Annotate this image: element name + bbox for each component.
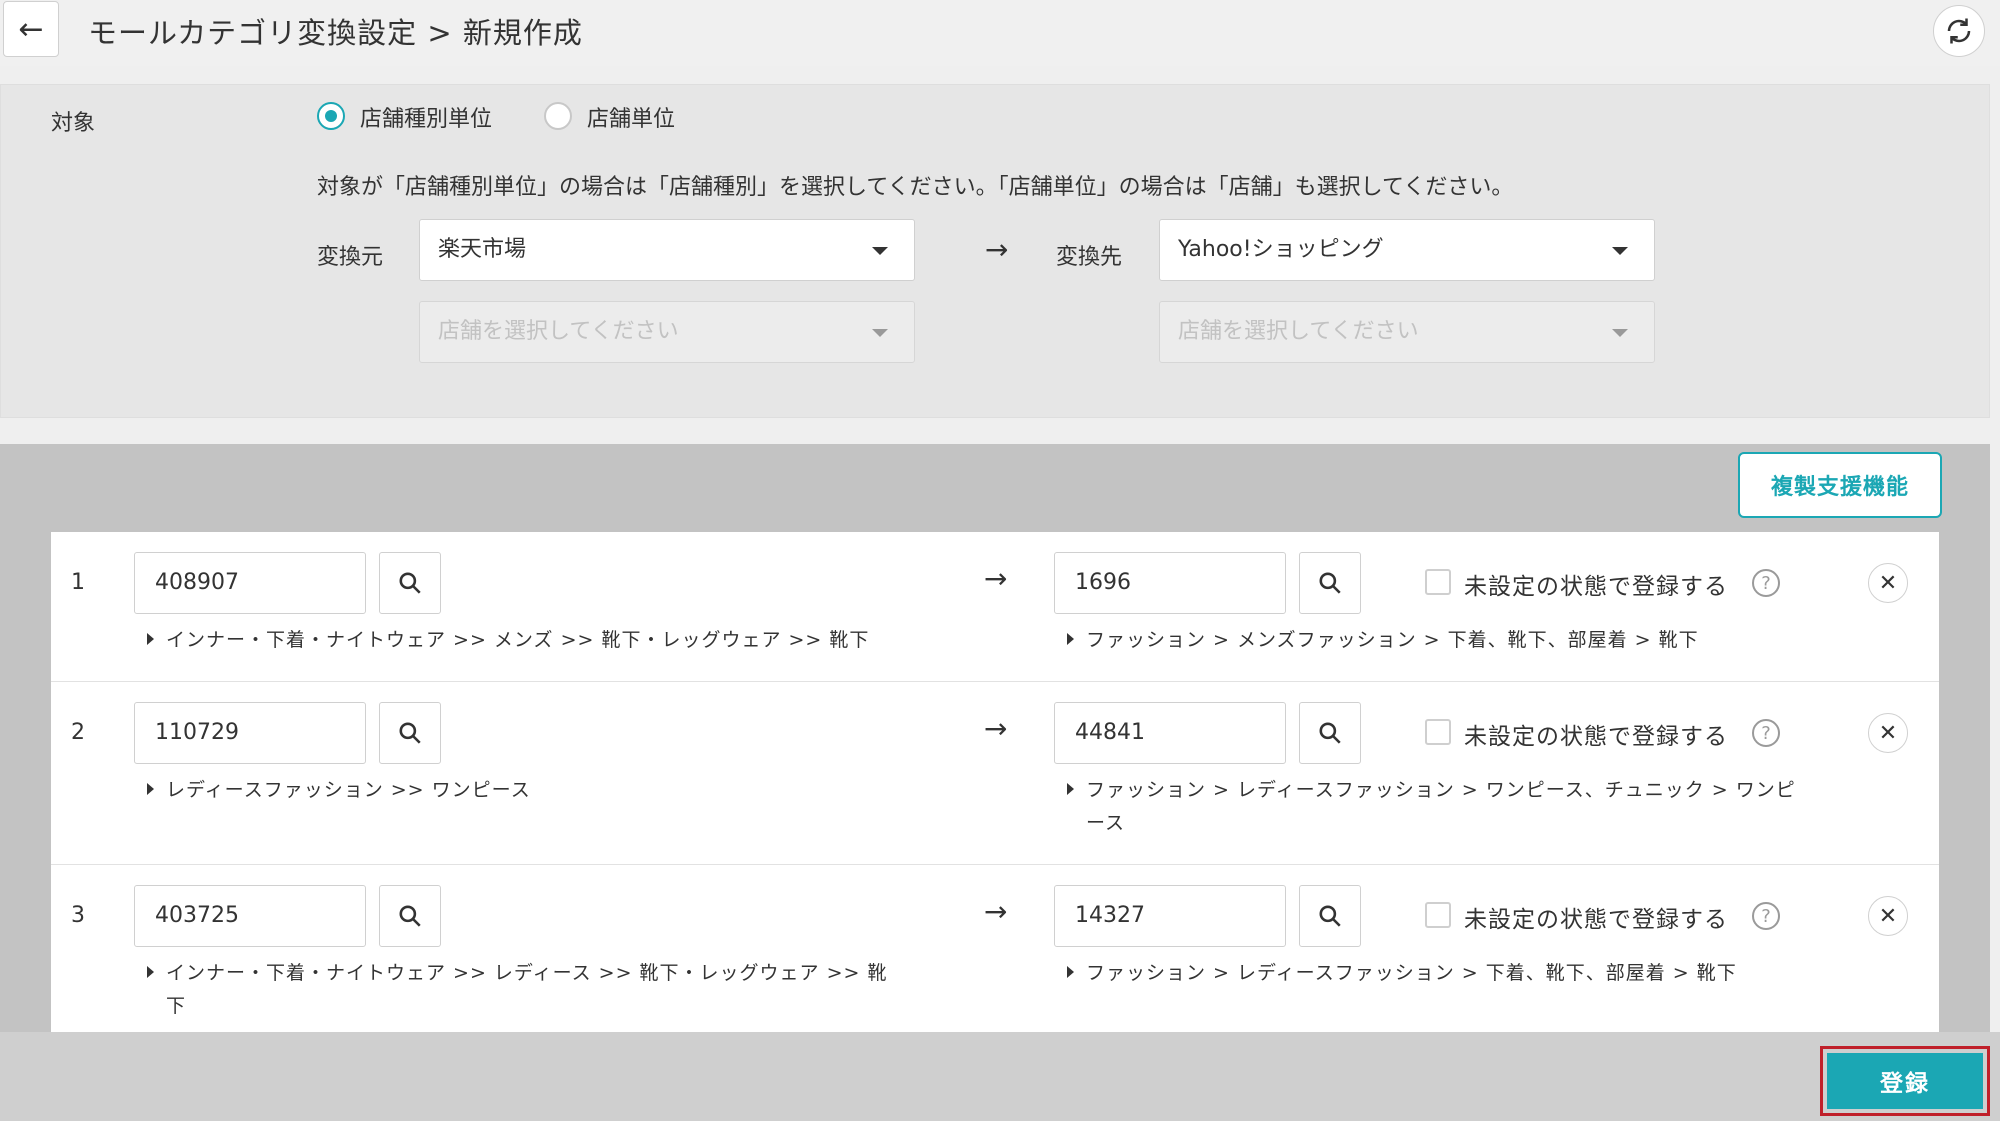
refresh-button[interactable] <box>1933 5 1985 57</box>
search-icon <box>1319 722 1341 744</box>
destination-mall-select[interactable]: Yahoo!ショッピング <box>1159 219 1655 281</box>
remove-row-button[interactable]: ✕ <box>1868 896 1908 936</box>
row-number: 3 <box>71 903 85 928</box>
caret-right-icon <box>147 783 154 795</box>
close-icon: ✕ <box>1878 720 1898 746</box>
source-search-button[interactable] <box>379 885 441 947</box>
search-icon <box>1319 572 1341 594</box>
radio-shop-type-label[interactable]: 店舗種別単位 <box>360 101 492 133</box>
source-category-input[interactable]: 403725 <box>134 885 366 947</box>
destination-category-path: ファッション > メンズファッション > 下着、靴下、部屋着 > 靴下 <box>1067 624 1699 657</box>
destination-shop-placeholder: 店舗を選択してください <box>1178 319 1419 344</box>
settings-panel: 対象 店舗種別単位 店舗単位 対象が「店舗種別単位」の場合は「店舗種別」を選択し… <box>0 84 1990 418</box>
remove-row-button[interactable]: ✕ <box>1868 713 1908 753</box>
destination-shop-select: 店舗を選択してください <box>1159 301 1655 363</box>
search-icon <box>399 722 421 744</box>
arrow-left-icon: ← <box>18 11 44 47</box>
caret-right-icon <box>1067 966 1074 978</box>
chevron-down-icon <box>872 247 888 255</box>
target-label: 対象 <box>51 111 96 136</box>
back-button[interactable]: ← <box>3 1 59 57</box>
header-bar: ← モールカテゴリ変換設定 > 新規作成 <box>0 0 2000 66</box>
duplicate-assist-button[interactable]: 複製支援機能 <box>1738 452 1942 518</box>
source-shop-placeholder: 店舗を選択してください <box>438 319 679 344</box>
register-unset-label[interactable]: 未設定の状態で登録する <box>1464 900 1728 934</box>
destination-search-button[interactable] <box>1299 552 1361 614</box>
source-category-path: インナー・下着・ナイトウェア >> メンズ >> 靴下・レッグウェア >> 靴下 <box>147 624 869 657</box>
help-icon[interactable]: ? <box>1752 902 1780 930</box>
search-icon <box>1319 905 1341 927</box>
caret-right-icon <box>1067 783 1074 795</box>
register-unset-label[interactable]: 未設定の状態で登録する <box>1464 567 1728 601</box>
close-icon: ✕ <box>1878 570 1898 596</box>
arrow-right-icon: → <box>985 233 1009 266</box>
destination-search-button[interactable] <box>1299 702 1361 764</box>
radio-shop[interactable] <box>544 102 572 130</box>
destination-category-input[interactable]: 14327 <box>1054 885 1286 947</box>
search-icon <box>399 905 421 927</box>
destination-mall-value: Yahoo!ショッピング <box>1178 237 1384 262</box>
source-label: 変換元 <box>317 245 384 270</box>
search-icon <box>399 572 421 594</box>
register-unset-label[interactable]: 未設定の状態で登録する <box>1464 717 1728 751</box>
register-button[interactable]: 登録 <box>1827 1053 1983 1109</box>
source-mall-select[interactable]: 楽天市場 <box>419 219 915 281</box>
radio-shop-label[interactable]: 店舗単位 <box>587 101 675 133</box>
mapping-list[interactable]: 1 408907 インナー・下着・ナイトウェア >> メンズ >> 靴下・レッグ… <box>0 524 1990 1032</box>
register-unset-checkbox[interactable] <box>1425 719 1451 745</box>
destination-label: 変換先 <box>1056 245 1123 270</box>
destination-category-input[interactable]: 1696 <box>1054 552 1286 614</box>
destination-category-input[interactable]: 44841 <box>1054 702 1286 764</box>
radio-shop-type[interactable] <box>317 102 345 130</box>
source-category-input[interactable]: 110729 <box>134 702 366 764</box>
chevron-down-icon <box>1612 329 1628 337</box>
refresh-icon <box>1947 18 1971 44</box>
help-icon[interactable]: ? <box>1752 569 1780 597</box>
caret-right-icon <box>1067 633 1074 645</box>
source-category-path: インナー・下着・ナイトウェア >> レディース >> 靴下・レッグウェア >> … <box>147 957 887 1023</box>
close-icon: ✕ <box>1878 903 1898 929</box>
register-unset-checkbox[interactable] <box>1425 902 1451 928</box>
destination-category-path: ファッション > レディースファッション > ワンピース、チュニック > ワンピ… <box>1067 774 1796 840</box>
mapping-toolbar <box>0 444 1990 524</box>
source-search-button[interactable] <box>379 552 441 614</box>
chevron-down-icon <box>872 329 888 337</box>
destination-search-button[interactable] <box>1299 885 1361 947</box>
instruction-text: 対象が「店舗種別単位」の場合は「店舗種別」を選択してください。「店舗単位」の場合… <box>317 175 1514 200</box>
row-number: 2 <box>71 720 85 745</box>
source-shop-select: 店舗を選択してください <box>419 301 915 363</box>
mapping-row: 3 403725 インナー・下着・ナイトウェア >> レディース >> 靴下・レ… <box>51 865 1939 1032</box>
source-search-button[interactable] <box>379 702 441 764</box>
arrow-right-icon: → <box>984 562 1008 595</box>
source-category-input[interactable]: 408907 <box>134 552 366 614</box>
mapping-row: 1 408907 インナー・下着・ナイトウェア >> メンズ >> 靴下・レッグ… <box>51 532 1939 682</box>
mapping-row: 2 110729 レディースファッション >> ワンピース → 44841 ファ… <box>51 682 1939 865</box>
help-icon[interactable]: ? <box>1752 719 1780 747</box>
source-category-path: レディースファッション >> ワンピース <box>147 774 531 807</box>
destination-category-path: ファッション > レディースファッション > 下着、靴下、部屋着 > 靴下 <box>1067 957 1737 990</box>
register-unset-checkbox[interactable] <box>1425 569 1451 595</box>
row-number: 1 <box>71 570 85 595</box>
chevron-down-icon <box>1612 247 1628 255</box>
page-title: モールカテゴリ変換設定 > 新規作成 <box>88 16 583 50</box>
arrow-right-icon: → <box>984 895 1008 928</box>
caret-right-icon <box>147 633 154 645</box>
footer-bar <box>0 1032 2000 1121</box>
remove-row-button[interactable]: ✕ <box>1868 563 1908 603</box>
arrow-right-icon: → <box>984 712 1008 745</box>
source-mall-value: 楽天市場 <box>438 237 527 262</box>
caret-right-icon <box>147 966 154 978</box>
